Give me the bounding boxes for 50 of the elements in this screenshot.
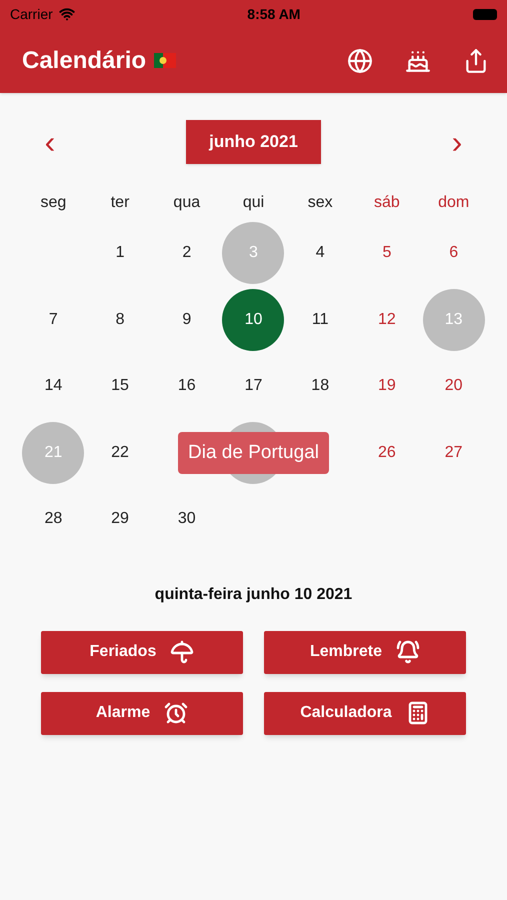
battery-icon bbox=[473, 8, 497, 20]
month-button[interactable]: junho 2021 bbox=[186, 120, 321, 164]
calendar-day[interactable]: 28 bbox=[22, 488, 84, 550]
calendar-day[interactable]: 5 bbox=[356, 222, 418, 284]
weekday-label: sex bbox=[308, 193, 333, 213]
weekday-label: ter bbox=[110, 193, 130, 213]
calendar-day[interactable]: 20 bbox=[422, 355, 485, 418]
weekday-label: qui bbox=[242, 193, 264, 213]
calendar-day[interactable]: 30 bbox=[156, 488, 218, 550]
weekday-label: seg bbox=[40, 193, 66, 213]
calendar-day[interactable]: 27 bbox=[422, 422, 485, 484]
carrier: Carrier bbox=[10, 4, 53, 24]
next-month-button[interactable]: › bbox=[447, 126, 467, 158]
weekday-label: sáb bbox=[374, 193, 400, 213]
calendar-day[interactable]: 9 bbox=[156, 288, 218, 351]
action-button[interactable]: Alarme bbox=[41, 692, 243, 734]
calendar-day[interactable]: 22 bbox=[89, 422, 152, 484]
wifi-icon bbox=[58, 6, 75, 22]
calendar-day[interactable]: 26 bbox=[356, 422, 418, 484]
action-button[interactable]: Lembrete bbox=[264, 630, 466, 674]
calendar-day[interactable]: 6 bbox=[422, 222, 485, 284]
calendar-day[interactable]: 19 bbox=[356, 355, 418, 418]
action-button[interactable]: Feriados bbox=[41, 630, 243, 674]
globe-icon[interactable] bbox=[347, 48, 373, 74]
calendar-day[interactable]: 14 bbox=[22, 355, 84, 418]
calendar-day[interactable]: 1 bbox=[89, 222, 152, 284]
weekday-label: qua bbox=[173, 193, 200, 213]
selected-date: quinta-feira junho 10 2021 bbox=[154, 584, 352, 604]
calendar-day[interactable]: 16 bbox=[156, 355, 218, 418]
bell-icon bbox=[396, 640, 420, 664]
selected-day[interactable]: 10 bbox=[222, 288, 284, 351]
calendar-day[interactable]: 15 bbox=[89, 355, 152, 418]
calendar-day[interactable]: 17 bbox=[222, 355, 284, 418]
app-title: Calendário bbox=[22, 46, 146, 76]
calendar-day[interactable]: 11 bbox=[289, 288, 352, 351]
alarm-clock-icon bbox=[164, 701, 188, 725]
calendar-day[interactable]: 12 bbox=[356, 288, 418, 351]
flag-icon bbox=[154, 53, 176, 68]
weekday-label: dom bbox=[438, 193, 470, 213]
clock: 8:58 AM bbox=[247, 4, 300, 24]
calendar-day[interactable]: 18 bbox=[289, 355, 352, 418]
calendar-day[interactable]: 29 bbox=[89, 488, 152, 550]
calendar-day[interactable]: 4 bbox=[289, 222, 352, 284]
umbrella-icon bbox=[170, 640, 194, 664]
holiday-tooltip: Dia de Portugal bbox=[178, 432, 329, 474]
calendar-day[interactable]: 7 bbox=[22, 288, 84, 351]
previous-month-button[interactable]: ‹ bbox=[40, 126, 60, 158]
calendar-day[interactable]: 2 bbox=[156, 222, 218, 284]
action-button[interactable]: Calculadora bbox=[264, 692, 466, 734]
calendar-day[interactable]: 8 bbox=[89, 288, 152, 351]
